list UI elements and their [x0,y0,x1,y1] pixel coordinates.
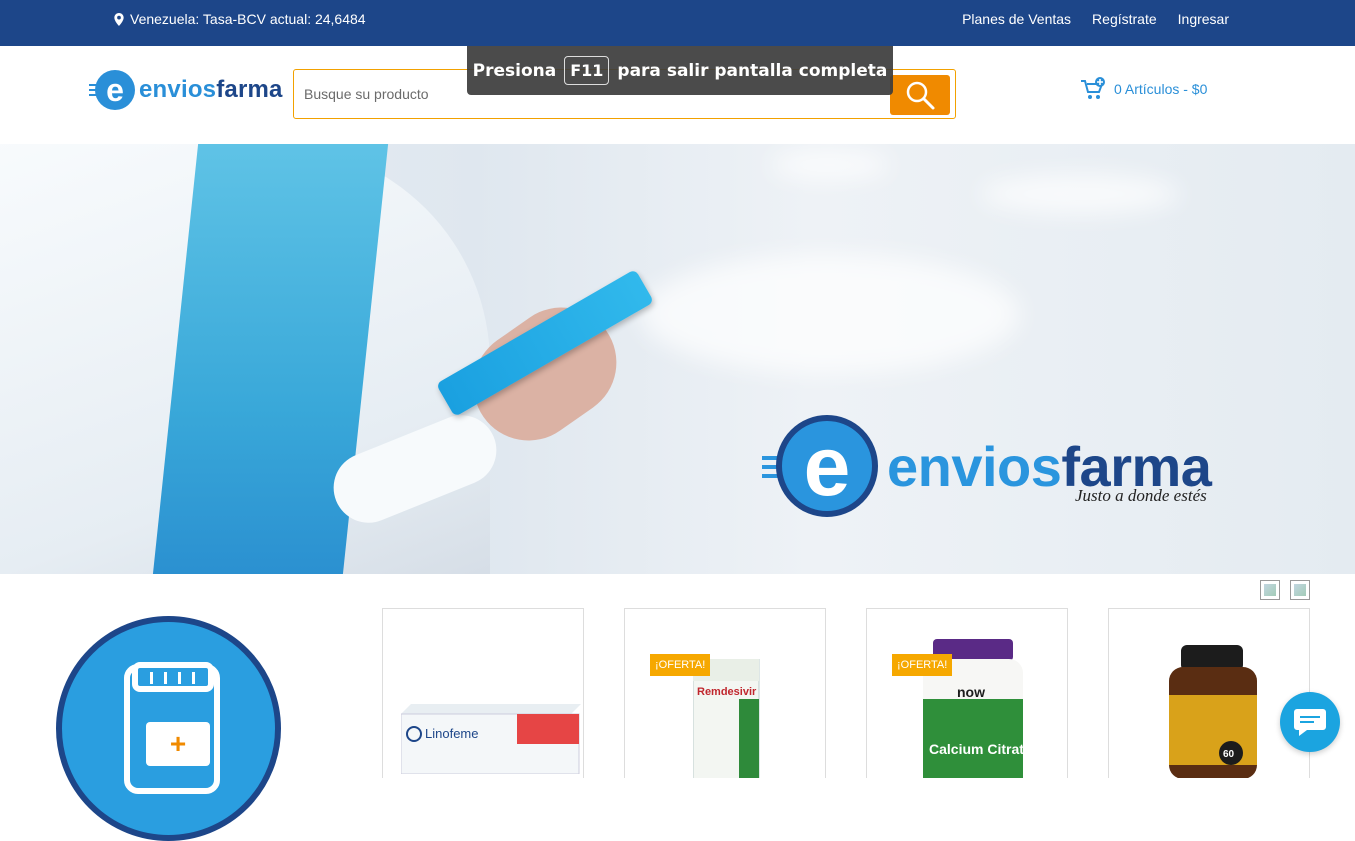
products-section: + Linofeme Remdesivir ¡OFERTA! now Calci… [0,574,1355,841]
fullscreen-notice: Presiona F11 para salir pantalla complet… [467,46,893,95]
planes-de-ventas-link[interactable]: Planes de Ventas [962,11,1071,27]
medical-cross-icon: + [146,722,210,766]
product-image: Remdesivir [693,659,760,778]
carousel-next-button[interactable] [1290,580,1310,600]
map-pin-icon [114,12,124,26]
exchange-rate-text: Venezuela: Tasa-BCV actual: 24,6484 [130,11,366,27]
carousel-prev-button[interactable] [1260,580,1280,600]
pharmacy-jar-illustration: + [56,616,281,841]
product-name: Calcium Citrate [929,741,1025,757]
fullscreen-notice-text: Presiona [472,60,557,81]
cart-add-icon [1081,77,1105,99]
brand-mark-icon: e [776,415,878,517]
product-card[interactable]: Remdesivir ¡OFERTA! [624,608,826,778]
hero-slogan: Justo a donde estés [1075,486,1207,505]
f11-key: F11 [564,56,610,85]
chat-button[interactable] [1280,692,1340,752]
logo-mark-icon: e [89,70,135,110]
product-card[interactable]: Linofeme [382,608,584,778]
search-icon [906,81,935,110]
enviosfarma-logo[interactable]: e enviosfarma [89,70,283,110]
register-link[interactable]: Regístrate [1092,11,1157,27]
login-link[interactable]: Ingresar [1178,11,1229,27]
cart-summary[interactable]: 0 Artículos - $0 [1080,77,1207,101]
product-name: 60 [1223,749,1235,760]
background-light [980,174,1180,214]
top-bar: Venezuela: Tasa-BCV actual: 24,6484 Plan… [0,0,1355,46]
product-image: 60 [1169,645,1257,778]
product-card[interactable]: now Calcium Citrate ¡OFERTA! [866,608,1068,778]
svg-text:now: now [957,684,985,700]
location-rate: Venezuela: Tasa-BCV actual: 24,6484 [114,11,366,27]
background-light [770,150,890,180]
product-name: Linofeme [425,726,478,741]
hero-banner[interactable]: e enviosfarma Justo a donde estés [0,144,1355,574]
background-light [640,254,1020,374]
jar-lid-icon [132,662,214,692]
logo-wordmark: enviosfarma [139,76,283,103]
product-name: Remdesivir [697,686,757,698]
fullscreen-notice-text-2: para salir pantalla completa [617,60,888,81]
product-image: Linofeme [401,704,581,774]
offer-badge: ¡OFERTA! [650,654,711,676]
search-button[interactable] [890,75,950,115]
carousel-controls [1260,580,1310,600]
offer-badge: ¡OFERTA! [892,654,953,676]
product-card[interactable]: 60 [1108,608,1310,778]
cart-label: 0 Artículos - $0 [1114,81,1208,97]
chat-bubble-icon [1294,709,1326,736]
